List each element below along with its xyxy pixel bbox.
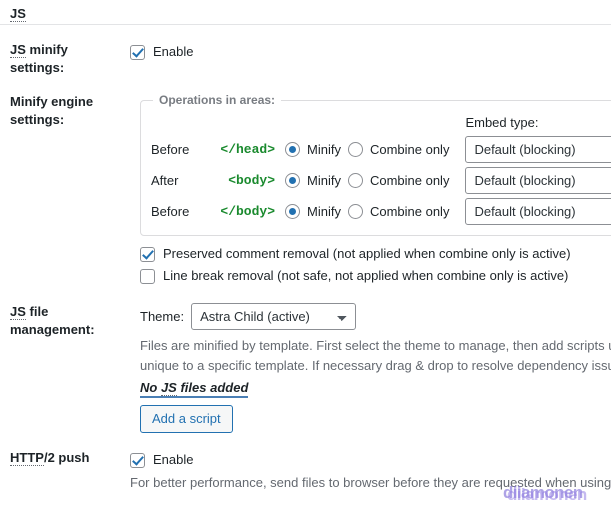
http2-push-label: HTTP/2 push bbox=[0, 449, 130, 467]
operations-table: Embed type: Before </head> Minify Combin… bbox=[151, 113, 611, 227]
operations-in-areas-fieldset: Operations in areas: Embed type: Before … bbox=[140, 93, 611, 236]
preserved-comment-removal-row[interactable]: Preserved comment removal (not applied w… bbox=[140, 243, 611, 265]
radio-combine-only-label-2: Combine only bbox=[370, 204, 450, 219]
radio-minify-label-2: Minify bbox=[307, 204, 341, 219]
js-file-management-description-line1: Files are minified by template. First se… bbox=[140, 336, 611, 356]
http2-push-label-text: /2 push bbox=[44, 450, 90, 465]
preserved-comment-removal-checkbox[interactable] bbox=[140, 247, 155, 262]
row-mode-2: Minify Combine only bbox=[285, 196, 455, 227]
embed-type-select-0[interactable]: Default (blocking) bbox=[465, 136, 611, 163]
add-a-script-button[interactable]: Add a script bbox=[140, 405, 233, 433]
minify-engine-settings-field: Operations in areas: Embed type: Before … bbox=[130, 93, 611, 287]
js-abbreviation: JS bbox=[10, 6, 26, 22]
minify-engine-settings-label-line2: settings: bbox=[10, 111, 120, 129]
http2-push-enable-label: Enable bbox=[153, 449, 193, 471]
radio-combine-only-0[interactable] bbox=[348, 142, 363, 157]
row-tag-1: <body> bbox=[209, 165, 285, 196]
section-heading-js: JS bbox=[0, 0, 611, 24]
js-minify-settings-label: JS minify settings: bbox=[0, 41, 130, 77]
js-abbreviation-inline-2: JS bbox=[10, 304, 26, 320]
line-break-removal-checkbox[interactable] bbox=[140, 269, 155, 284]
theme-label: Theme: bbox=[140, 309, 184, 324]
radio-minify-2[interactable] bbox=[285, 204, 300, 219]
js-file-management-label-line2: management: bbox=[10, 321, 120, 339]
embed-type-select-2[interactable]: Default (blocking) bbox=[465, 198, 611, 225]
row-js-file-management: JS file management: Theme: Astra Child (… bbox=[0, 303, 611, 433]
minify-engine-checkbox-list: Preserved comment removal (not applied w… bbox=[140, 243, 611, 287]
header-spacer-when bbox=[151, 113, 209, 134]
js-minify-enable-checkbox[interactable] bbox=[130, 45, 145, 60]
row-tag-2: </body> bbox=[209, 196, 285, 227]
table-row: Before </body> Minify Combine only Defau… bbox=[151, 196, 611, 227]
http2-push-description: For better performance, send files to br… bbox=[130, 473, 611, 493]
line-break-removal-label: Line break removal (not safe, not applie… bbox=[163, 265, 568, 287]
row-embed-cell-1: Default (blocking) bbox=[455, 165, 611, 196]
http-abbreviation: HTTP bbox=[10, 450, 44, 466]
preserved-comment-removal-label: Preserved comment removal (not applied w… bbox=[163, 243, 571, 265]
radio-combine-only-label-1: Combine only bbox=[370, 173, 450, 188]
js-file-management-description-line2: unique to a specific template. If necess… bbox=[140, 356, 611, 376]
no-files-wrapper: No JS files added bbox=[140, 379, 611, 398]
js-minify-enable-label: Enable bbox=[153, 41, 193, 63]
row-embed-cell-0: Default (blocking) bbox=[455, 134, 611, 165]
row-mode-0: Minify Combine only bbox=[285, 134, 455, 165]
row-js-minify-settings: JS minify settings: Enable bbox=[0, 41, 611, 77]
radio-group-2: Minify Combine only bbox=[285, 204, 449, 219]
table-row: Before </head> Minify Combine only Defau… bbox=[151, 134, 611, 165]
row-http2-push: HTTP/2 push Enable For better performanc… bbox=[0, 449, 611, 493]
js-file-management-field: Theme: Astra Child (active) Files are mi… bbox=[130, 303, 611, 433]
radio-combine-only-2[interactable] bbox=[348, 204, 363, 219]
radio-combine-only-1[interactable] bbox=[348, 173, 363, 188]
js-file-management-label-line1: JS file bbox=[10, 303, 120, 321]
embed-type-select-1[interactable]: Default (blocking) bbox=[465, 167, 611, 194]
radio-group-1: Minify Combine only bbox=[285, 173, 449, 188]
no-js-files-added-text: No JS files added bbox=[140, 379, 248, 398]
operations-table-header-row: Embed type: bbox=[151, 113, 611, 134]
line-break-removal-row[interactable]: Line break removal (not safe, not applie… bbox=[140, 265, 611, 287]
header-spacer-radio bbox=[285, 113, 455, 134]
row-mode-1: Minify Combine only bbox=[285, 165, 455, 196]
row-when-2: Before bbox=[151, 196, 209, 227]
row-tag-0: </head> bbox=[209, 134, 285, 165]
header-spacer-tag bbox=[209, 113, 285, 134]
theme-selector-row: Theme: Astra Child (active) bbox=[140, 303, 611, 330]
http2-push-enable-row[interactable]: Enable bbox=[130, 449, 611, 471]
table-row: After <body> Minify Combine only Default… bbox=[151, 165, 611, 196]
js-minify-settings-field: Enable bbox=[130, 41, 611, 63]
add-script-wrapper: Add a script bbox=[140, 405, 611, 433]
row-embed-cell-2: Default (blocking) bbox=[455, 196, 611, 227]
row-when-0: Before bbox=[151, 134, 209, 165]
operations-in-areas-legend: Operations in areas: bbox=[153, 93, 281, 107]
js-file-management-label: JS file management: bbox=[0, 303, 130, 339]
embed-type-header: Embed type: bbox=[465, 115, 611, 132]
radio-minify-0[interactable] bbox=[285, 142, 300, 157]
minify-engine-settings-label: Minify engine settings: bbox=[0, 93, 130, 129]
http2-push-field: Enable For better performance, send file… bbox=[130, 449, 611, 493]
http2-push-enable-checkbox[interactable] bbox=[130, 453, 145, 468]
radio-group-0: Minify Combine only bbox=[285, 142, 449, 157]
radio-minify-1[interactable] bbox=[285, 173, 300, 188]
row-minify-engine-settings: Minify engine settings: Operations in ar… bbox=[0, 93, 611, 287]
js-abbreviation-inline-3: JS bbox=[161, 380, 177, 396]
radio-minify-label-0: Minify bbox=[307, 142, 341, 157]
js-minify-enable-row[interactable]: Enable bbox=[130, 41, 611, 63]
theme-select[interactable]: Astra Child (active) bbox=[191, 303, 356, 330]
js-abbreviation-inline: JS bbox=[10, 42, 26, 58]
row-when-1: After bbox=[151, 165, 209, 196]
radio-combine-only-label-0: Combine only bbox=[370, 142, 450, 157]
radio-minify-label-1: Minify bbox=[307, 173, 341, 188]
minify-engine-settings-label-line1: Minify engine bbox=[10, 93, 120, 111]
embed-type-header-cell: Embed type: bbox=[455, 113, 611, 134]
heading-divider bbox=[0, 24, 611, 25]
